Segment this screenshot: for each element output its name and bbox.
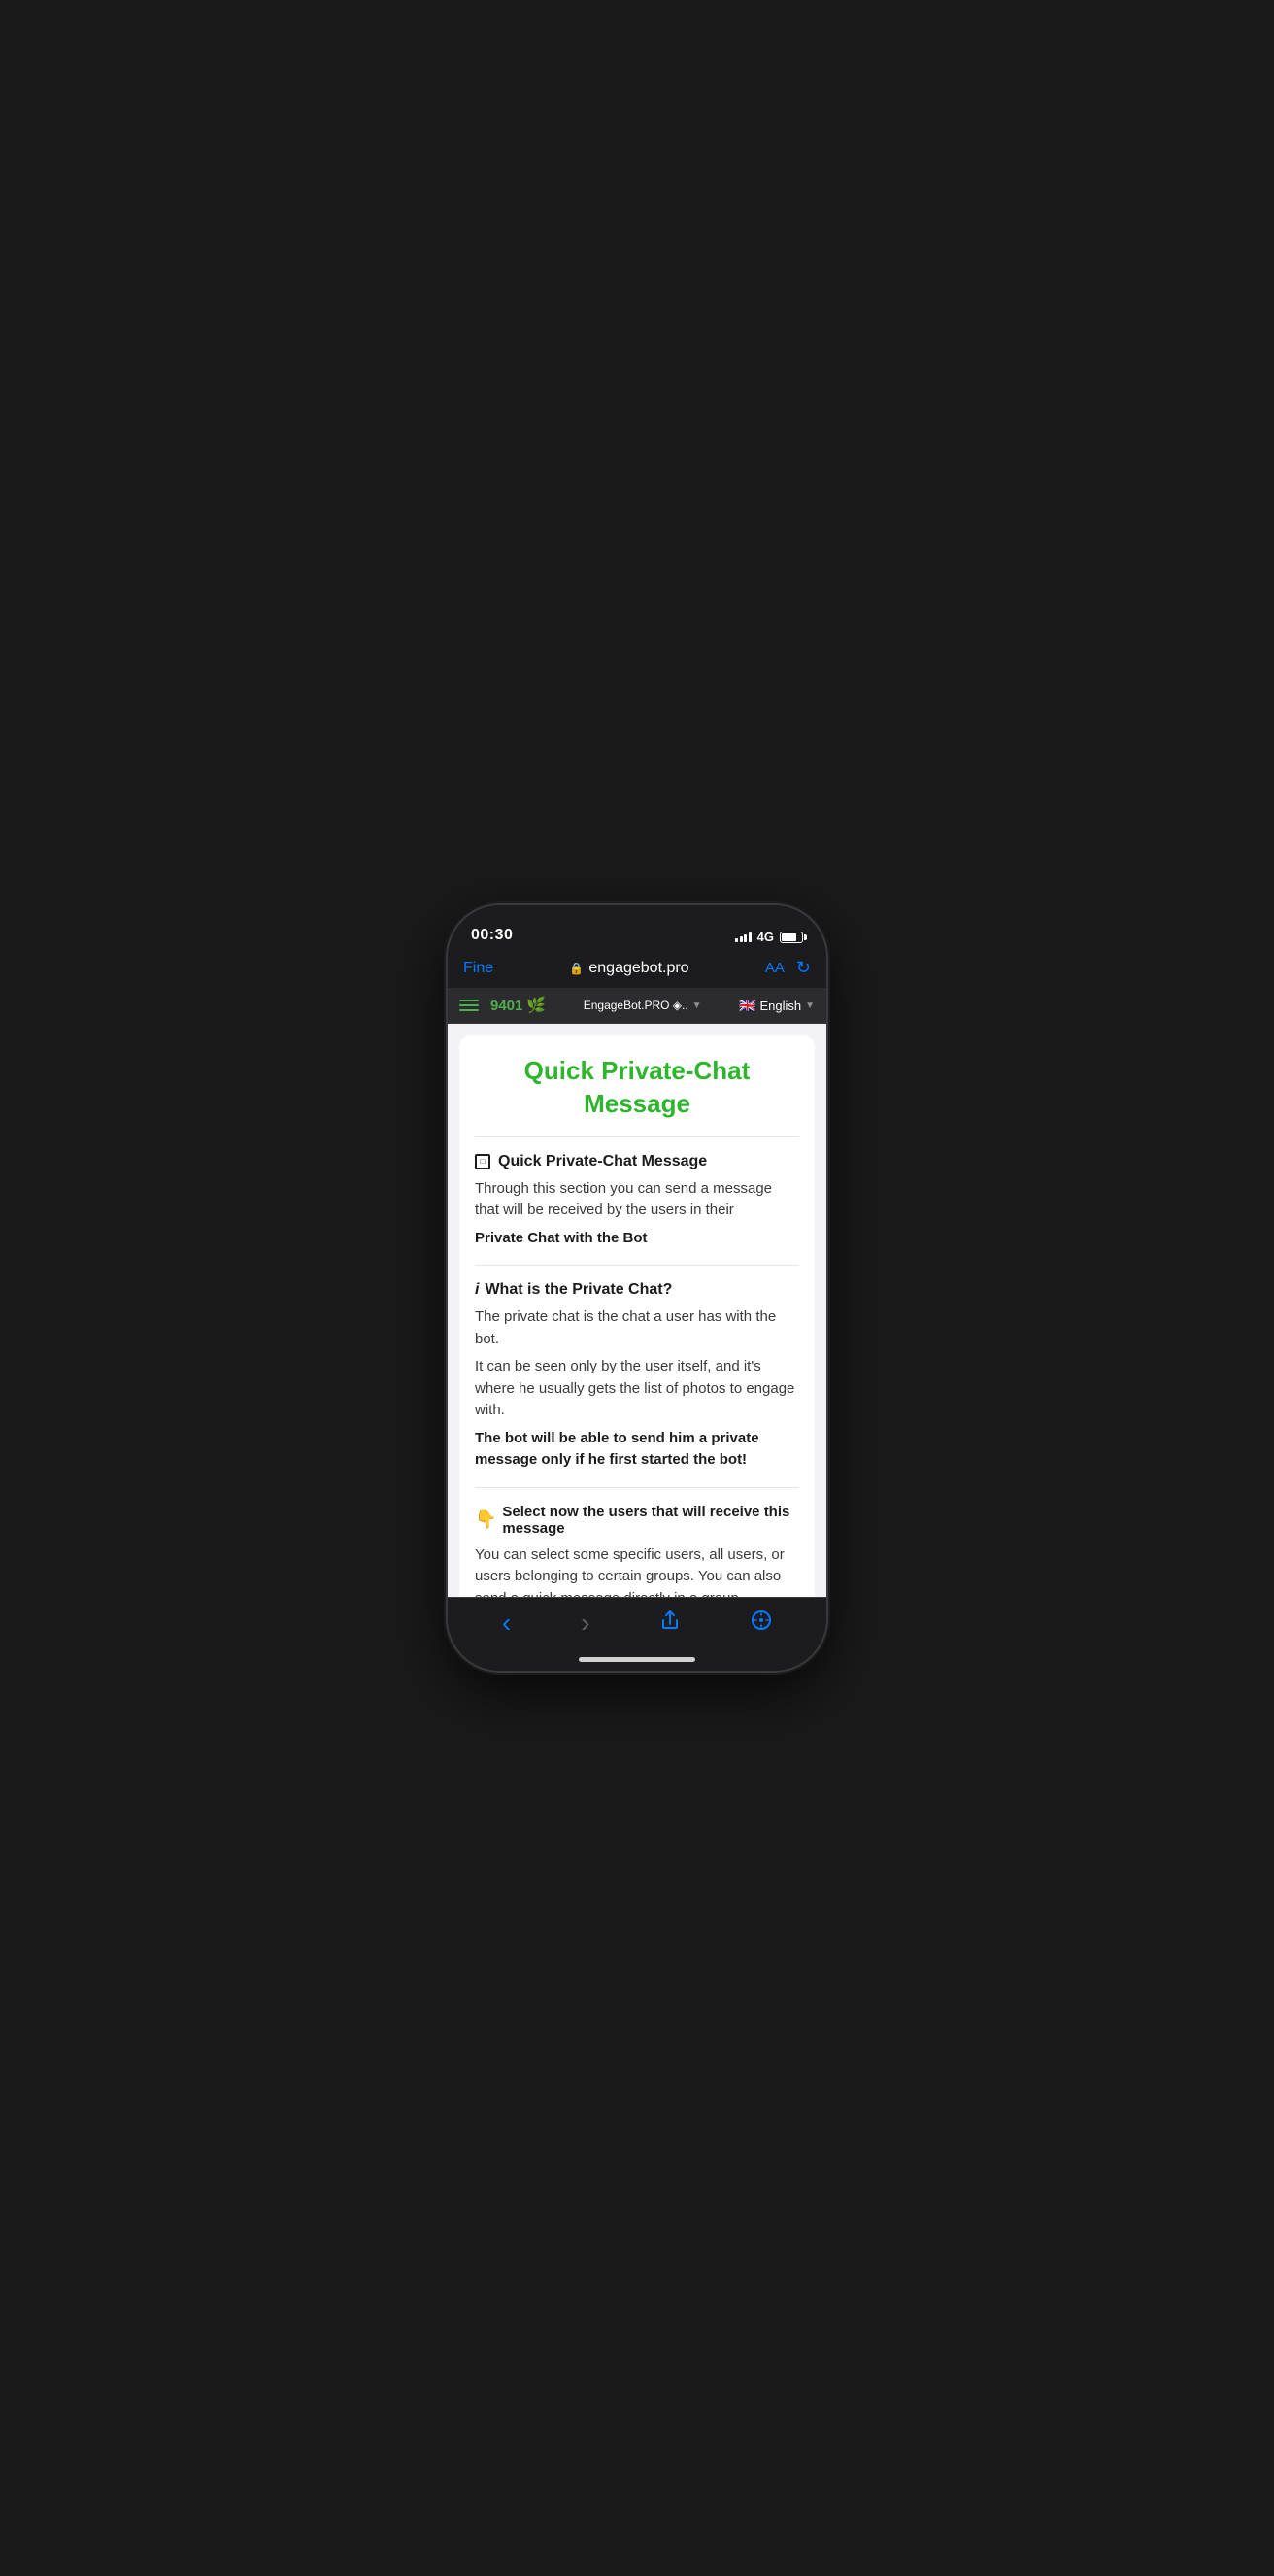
signal-bars-icon: [735, 932, 752, 942]
signal-bar-3: [744, 934, 747, 942]
language-arrow-icon: ▼: [805, 1000, 815, 1011]
coins-count: 9401: [490, 998, 522, 1014]
coin-icon: 🌿: [526, 996, 546, 1015]
language-selector-dropdown[interactable]: 🇬🇧 English ▼: [739, 998, 815, 1014]
section3-text: You can select some specific users, all …: [475, 1544, 799, 1597]
section2-text1: The private chat is the chat a user has …: [475, 1306, 799, 1350]
browser-url-area[interactable]: 🔒 engagebot.pro: [569, 960, 688, 977]
browser-url: engagebot.pro: [588, 960, 688, 977]
bot-selector-arrow-icon: ▼: [692, 1000, 702, 1011]
section2-heading: i What is the Private Chat?: [475, 1281, 799, 1299]
nav-bar: 9401 🌿 EngageBot.PRO ◈.. ▼ 🇬🇧 English ▼: [448, 988, 826, 1024]
info-i-icon: i: [475, 1281, 479, 1299]
lock-icon: 🔒: [569, 962, 584, 975]
section-private-chat-info: i What is the Private Chat? The private …: [475, 1266, 799, 1488]
hamburger-menu-button[interactable]: [459, 1000, 479, 1011]
signal-bar-2: [740, 936, 743, 942]
compass-button[interactable]: [743, 1602, 780, 1644]
section1-heading: □ Quick Private-Chat Message: [475, 1153, 799, 1170]
section1-bold-text: Private Chat with the Bot: [475, 1228, 799, 1250]
share-button[interactable]: [652, 1602, 688, 1644]
browser-back-button[interactable]: Fine: [463, 960, 493, 977]
hamburger-line-2: [459, 1004, 479, 1006]
status-icons: 4G: [735, 930, 803, 944]
section3-heading: 👇 Select now the users that will receive…: [475, 1504, 799, 1537]
hamburger-line-1: [459, 1000, 479, 1001]
signal-bar-4: [749, 932, 752, 942]
content-area[interactable]: Quick Private-Chat Message □ Quick Priva…: [448, 1024, 826, 1597]
battery-fill: [782, 933, 796, 941]
signal-bar-1: [735, 938, 738, 942]
phone-frame: 00:30 4G Fine 🔒 engagebot.pro AA ↻: [448, 905, 826, 1671]
page-title: Quick Private-Chat Message: [475, 1055, 799, 1137]
hamburger-line-3: [459, 1009, 479, 1011]
browser-refresh-button[interactable]: ↻: [796, 958, 811, 978]
status-time: 00:30: [471, 927, 513, 944]
bot-selector-label: EngageBot.PRO ◈..: [584, 999, 688, 1012]
nav-back-button[interactable]: ‹: [494, 1600, 519, 1646]
network-type: 4G: [757, 930, 774, 944]
finger-pointing-icon: 👇: [475, 1509, 496, 1530]
section-quick-chat: □ Quick Private-Chat Message Through thi…: [475, 1137, 799, 1267]
section2-heading-text: What is the Private Chat?: [485, 1281, 672, 1299]
section-select-users: 👇 Select now the users that will receive…: [475, 1488, 799, 1597]
home-bar: [579, 1657, 695, 1662]
flag-icon: 🇬🇧: [739, 998, 755, 1014]
section2-bold-text: The bot will be able to send him a priva…: [475, 1428, 799, 1472]
nav-forward-button[interactable]: ›: [573, 1600, 597, 1646]
section1-heading-text: Quick Private-Chat Message: [498, 1153, 707, 1170]
browser-actions: AA ↻: [765, 958, 811, 978]
bottom-nav: ‹ ›: [448, 1597, 826, 1647]
battery-icon: [780, 932, 803, 943]
question-box-icon: □: [475, 1154, 490, 1169]
language-label: English: [759, 999, 801, 1013]
section3-heading-text: Select now the users that will receive t…: [502, 1504, 799, 1537]
bot-selector-dropdown[interactable]: EngageBot.PRO ◈.. ▼: [557, 999, 727, 1012]
coins-display: 9401 🌿: [490, 996, 546, 1015]
section1-text: Through this section you can send a mess…: [475, 1178, 799, 1222]
home-indicator: [448, 1647, 826, 1671]
browser-bar: Fine 🔒 engagebot.pro AA ↻: [448, 952, 826, 988]
browser-aa-button[interactable]: AA: [765, 960, 785, 976]
content-card: Quick Private-Chat Message □ Quick Priva…: [459, 1035, 815, 1597]
section2-text2: It can be seen only by the user itself, …: [475, 1356, 799, 1422]
phone-notch: [559, 905, 715, 934]
